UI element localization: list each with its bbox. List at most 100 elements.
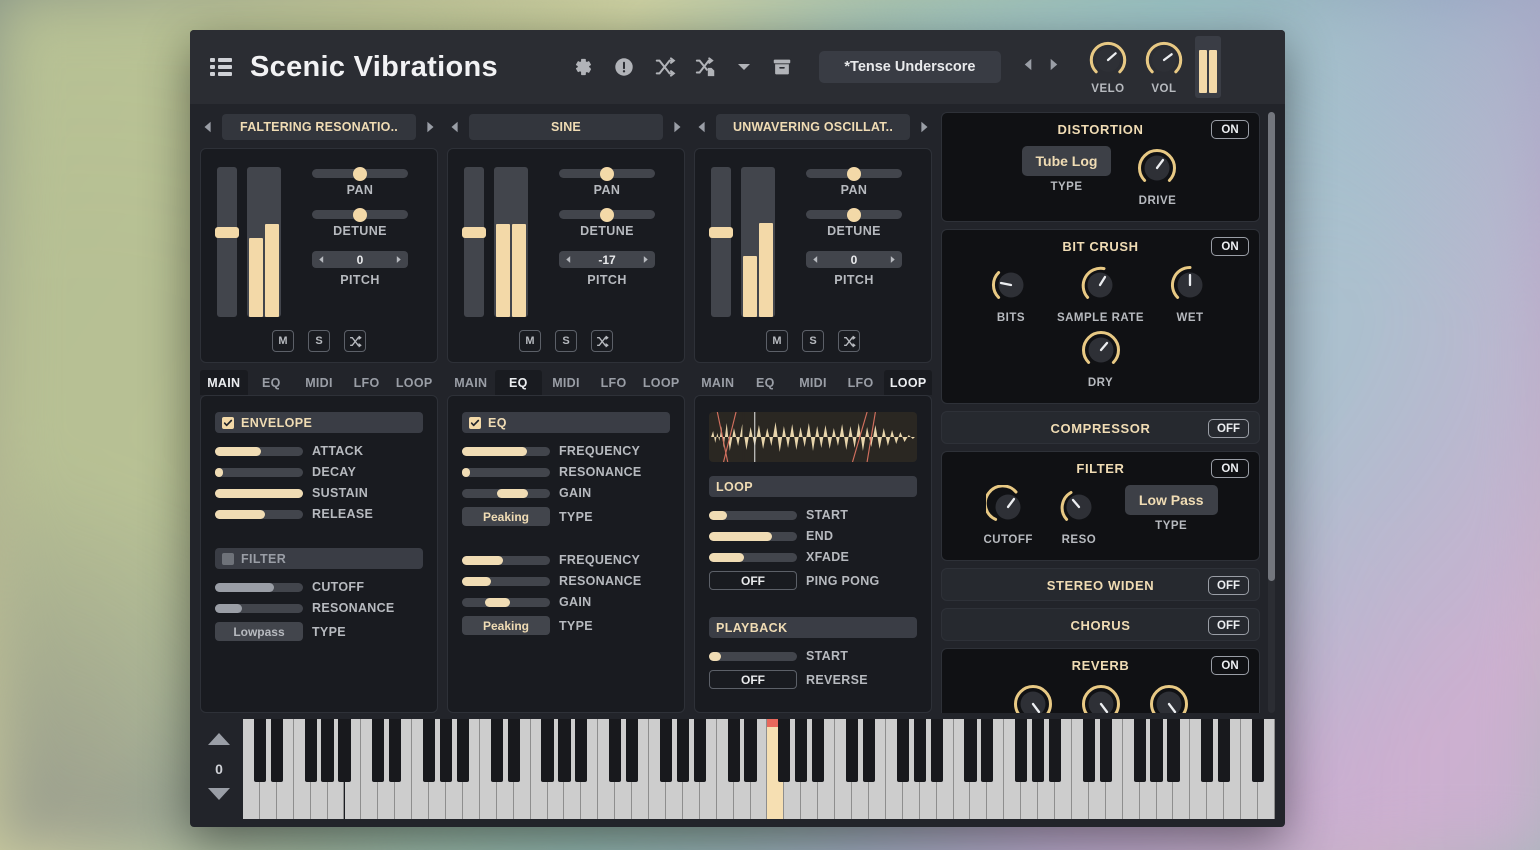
piano-key-black[interactable] [981, 719, 994, 782]
velo-knob[interactable]: VELO [1087, 39, 1129, 95]
piano-key-black[interactable] [490, 719, 503, 782]
piano-key-black[interactable] [1032, 719, 1045, 782]
osc2-pitch-stepper[interactable]: -17 [559, 251, 655, 268]
eq-a-gain-slider[interactable] [462, 488, 550, 498]
playback-reverse-toggle[interactable]: OFF [709, 670, 797, 689]
eq-b-gain-slider[interactable] [462, 597, 550, 607]
osc2-next-icon[interactable] [669, 118, 685, 136]
shuffle-file-icon[interactable] [695, 56, 717, 78]
piano-key-black[interactable] [389, 719, 402, 782]
preset-name-field[interactable]: *Tense Underscore [818, 51, 1001, 83]
eq-b-resonance-slider[interactable] [462, 576, 550, 586]
effects-scrollbar[interactable] [1268, 112, 1275, 713]
piano-key-black[interactable] [964, 719, 977, 782]
eq-a-frequency-slider[interactable] [462, 446, 550, 456]
osc3-pan-slider[interactable] [806, 166, 902, 181]
osc1-randomize-button[interactable] [344, 330, 366, 352]
filter-type-select[interactable]: Lowpass [215, 622, 303, 641]
fx-chorus[interactable]: CHORUS OFF [941, 608, 1260, 641]
piano-key-black[interactable] [795, 719, 808, 782]
piano-key-black[interactable] [609, 719, 622, 782]
filter-cutoff-slider[interactable] [215, 582, 303, 592]
piano-key-black[interactable] [338, 719, 351, 782]
osc2-solo-button[interactable]: S [555, 330, 577, 352]
envelope-decay-slider[interactable] [215, 467, 303, 477]
fx-bitcrush-toggle[interactable]: ON [1211, 237, 1249, 256]
osc1-tab-main[interactable]: MAIN [200, 370, 248, 395]
piano-key-black[interactable] [1150, 719, 1163, 782]
loop-section-header[interactable]: LOOP [709, 476, 917, 497]
osc2-name[interactable]: SINE [469, 114, 663, 140]
eq-a-type-select[interactable]: Peaking [462, 507, 550, 526]
fx-compressor-toggle[interactable]: OFF [1208, 419, 1249, 438]
osc2-tab-lfo[interactable]: LFO [590, 370, 638, 395]
eq-b-frequency-slider[interactable] [462, 555, 550, 565]
archive-box-icon[interactable] [771, 56, 793, 78]
chevron-down-icon[interactable] [736, 59, 752, 75]
playback-section-header[interactable]: PLAYBACK [709, 617, 917, 638]
fx-distortion-toggle[interactable]: ON [1211, 120, 1249, 139]
piano-key-black[interactable] [778, 719, 791, 782]
piano-key-black[interactable] [1082, 719, 1095, 782]
fx-reverb-knob-3[interactable] [1147, 682, 1191, 713]
osc2-tab-midi[interactable]: MIDI [542, 370, 590, 395]
piano-key-black[interactable] [913, 719, 926, 782]
osc1-tab-lfo[interactable]: LFO [343, 370, 391, 395]
piano-key-black[interactable] [1015, 719, 1028, 782]
filter-checkbox[interactable] [222, 552, 234, 565]
shuffle-icon[interactable] [654, 56, 676, 78]
piano-key-black[interactable] [575, 719, 588, 782]
octave-down-icon[interactable] [207, 787, 231, 806]
osc2-tab-main[interactable]: MAIN [447, 370, 495, 395]
piano-key-black[interactable] [507, 719, 520, 782]
piano-key-black[interactable] [693, 719, 706, 782]
piano-key-black[interactable] [439, 719, 453, 782]
eq-section-header[interactable]: EQ [462, 412, 670, 433]
osc1-detune-slider[interactable] [312, 207, 408, 222]
loop-start-slider[interactable] [709, 510, 797, 520]
sample-waveform-display[interactable] [709, 412, 917, 462]
osc1-pan-slider[interactable] [312, 166, 408, 181]
next-preset-icon[interactable] [1046, 57, 1061, 77]
vol-knob[interactable]: VOL [1143, 39, 1185, 95]
piano-key-black[interactable] [1201, 719, 1214, 782]
osc3-prev-icon[interactable] [694, 118, 710, 136]
fx-reverb-toggle[interactable]: ON [1211, 656, 1249, 675]
fx-reverb-knob-2[interactable] [1079, 682, 1123, 713]
osc3-solo-button[interactable]: S [802, 330, 824, 352]
osc2-tab-loop[interactable]: LOOP [637, 370, 685, 395]
osc3-mute-button[interactable]: M [766, 330, 788, 352]
filter-resonance-slider[interactable] [215, 603, 303, 613]
osc3-name[interactable]: UNWAVERING OSCILLAT.. [716, 114, 910, 140]
piano-key-black[interactable] [862, 719, 876, 782]
eq-b-type-select[interactable]: Peaking [462, 616, 550, 635]
piano-key-black[interactable] [676, 719, 689, 782]
loop-pingpong-toggle[interactable]: OFF [709, 571, 797, 590]
piano-key-black[interactable] [321, 719, 334, 782]
osc3-tab-loop[interactable]: LOOP [884, 370, 932, 395]
osc3-detune-slider[interactable] [806, 207, 902, 222]
fx-chorus-toggle[interactable]: OFF [1208, 616, 1249, 635]
info-circle-icon[interactable] [613, 56, 635, 78]
envelope-attack-slider[interactable] [215, 446, 303, 456]
piano-key-black[interactable] [845, 719, 859, 782]
osc1-prev-icon[interactable] [200, 118, 216, 136]
osc3-volume-fader[interactable] [709, 167, 733, 317]
piano-key-black[interactable] [896, 719, 909, 782]
piano-key-black[interactable] [1099, 719, 1112, 782]
filter-section-header[interactable]: FILTER [215, 548, 423, 569]
eq-a-resonance-slider[interactable] [462, 467, 550, 477]
envelope-checkbox[interactable] [222, 416, 234, 429]
piano-key-black[interactable] [659, 719, 673, 782]
hamburger-list-icon[interactable] [210, 58, 232, 76]
piano-key-black[interactable] [304, 719, 317, 782]
piano-key-black[interactable] [930, 719, 943, 782]
osc1-tab-loop[interactable]: LOOP [390, 370, 438, 395]
piano-key-black[interactable] [812, 719, 825, 782]
piano-key-black[interactable] [1251, 719, 1265, 782]
piano-key-black[interactable] [456, 719, 470, 782]
piano-key-black[interactable] [423, 719, 436, 782]
piano-key-black[interactable] [1218, 719, 1231, 782]
osc1-solo-button[interactable]: S [308, 330, 330, 352]
osc3-next-icon[interactable] [916, 118, 932, 136]
